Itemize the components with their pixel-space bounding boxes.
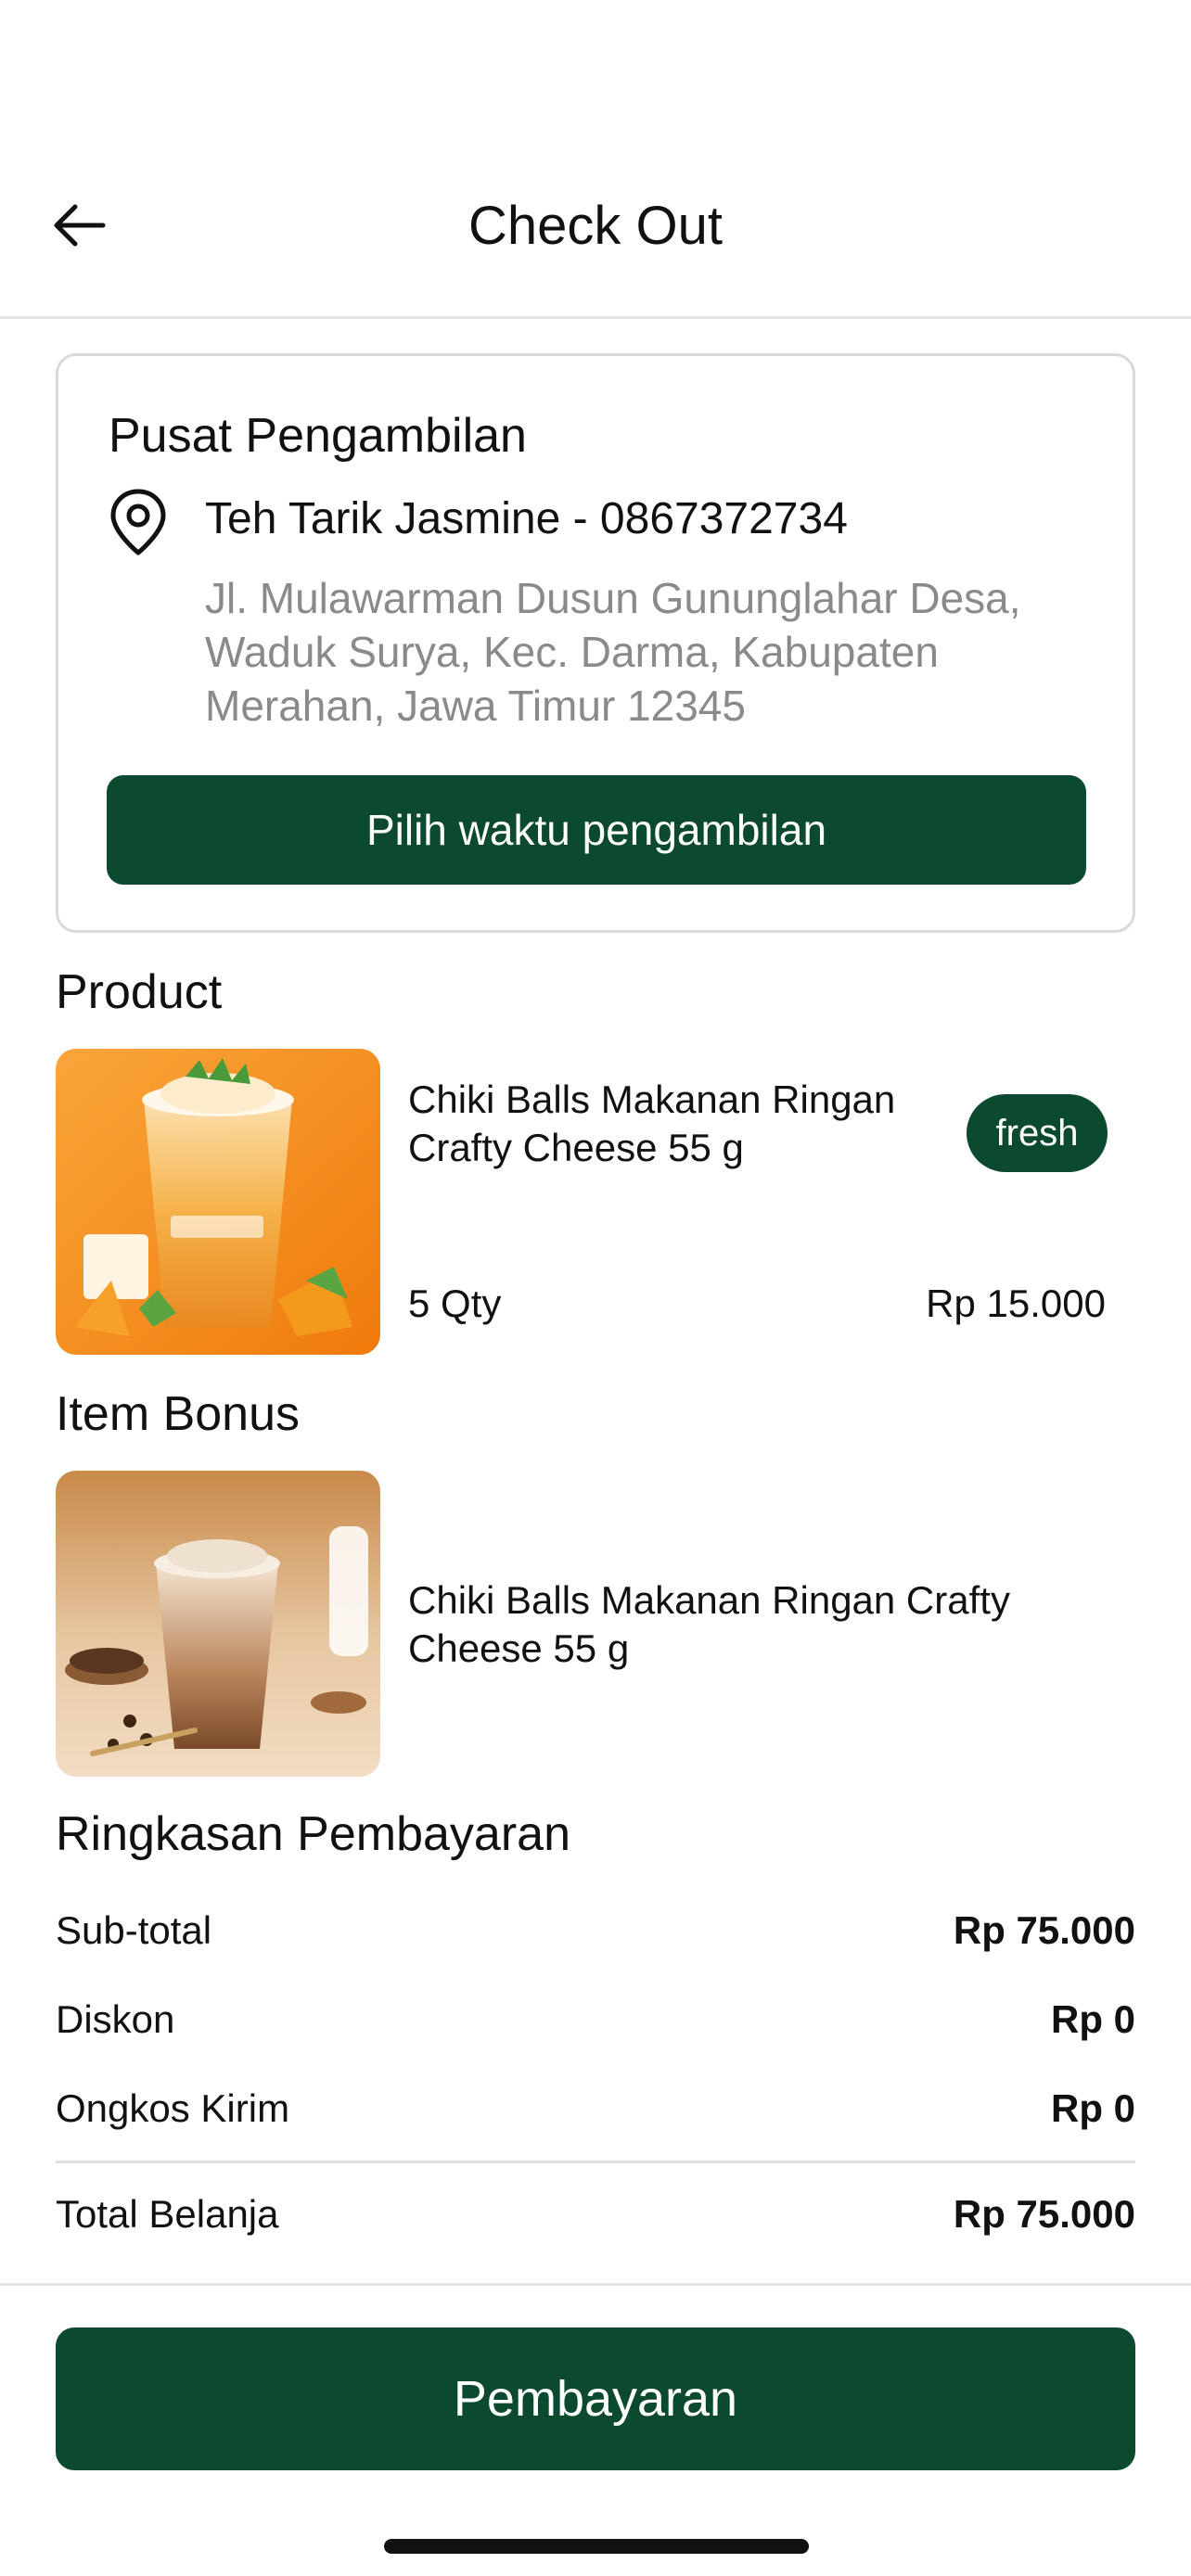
summary-label: Sub-total (56, 1908, 212, 1952)
summary-row-discount: Diskon Rp 0 (56, 1997, 1135, 2042)
header: Check Out (0, 0, 1191, 319)
summary-row-shipping: Ongkos Kirim Rp 0 (56, 2086, 1135, 2131)
product-image (56, 1049, 380, 1355)
product-section-title: Product (56, 965, 223, 1019)
bonus-image (56, 1471, 380, 1777)
pickup-time-button[interactable]: Pilih waktu pengambilan (107, 775, 1086, 885)
summary-value: Rp 0 (1050, 1997, 1135, 2041)
store-name: Teh Tarik Jasmine - 0867372734 (205, 494, 848, 543)
page-title: Check Out (468, 196, 723, 256)
total-value: Rp 75.000 (953, 2192, 1135, 2236)
bonus-section-title: Item Bonus (56, 1387, 301, 1441)
summary-row-total: Total Belanja Rp 75.000 (56, 2192, 1135, 2237)
pay-button[interactable]: Pembayaran (56, 2327, 1135, 2470)
product-price: Rp 15.000 (926, 1282, 1106, 1325)
footer-divider (0, 2283, 1191, 2286)
total-label: Total Belanja (56, 2192, 279, 2236)
fresh-badge: fresh (967, 1094, 1108, 1172)
summary-label: Ongkos Kirim (56, 2086, 290, 2130)
store-address: Jl. Mulawarman Dusun Gununglahar Desa, W… (205, 574, 1021, 730)
summary-value: Rp 75.000 (953, 1908, 1135, 1952)
summary-value: Rp 0 (1050, 2086, 1135, 2130)
summary-divider (56, 2161, 1135, 2163)
summary-label: Diskon (56, 1997, 175, 2041)
pickup-title: Pusat Pengambilan (109, 409, 527, 463)
home-indicator (384, 2539, 809, 2554)
bonus-name: Chiki Balls Makanan Ringan Crafty Cheese… (408, 1578, 1010, 1670)
product-qty: 5 Qty (408, 1282, 502, 1325)
summary-row-subtotal: Sub-total Rp 75.000 (56, 1908, 1135, 1953)
pickup-card: Pusat Pengambilan Teh Tarik Jasmine - 08… (56, 353, 1135, 933)
summary-title: Ringkasan Pembayaran (56, 1807, 570, 1861)
location-pin-icon (110, 489, 166, 555)
product-name: Chiki Balls Makanan Ringan Crafty Cheese… (408, 1078, 896, 1169)
